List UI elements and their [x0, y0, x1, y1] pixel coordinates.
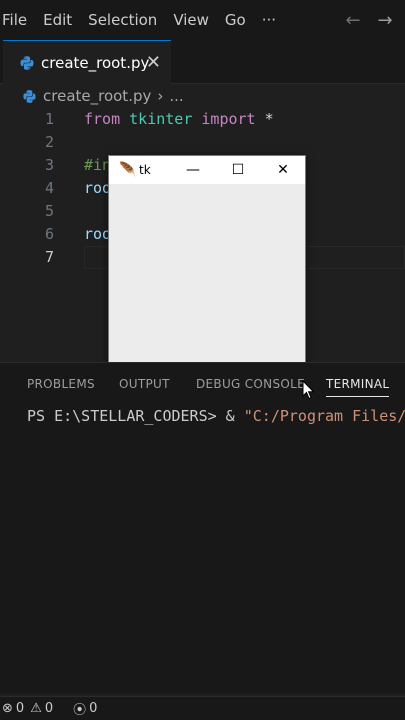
- breadcrumb-separator: ›: [157, 87, 164, 105]
- line-number: 2: [44, 133, 54, 151]
- maximize-button[interactable]: ☐: [216, 156, 260, 184]
- python-file-icon: [23, 89, 36, 103]
- menu-view[interactable]: View: [165, 11, 217, 29]
- line-number: 7: [44, 248, 54, 266]
- code-token: *: [255, 110, 274, 128]
- panel-tabs: PROBLEMS OUTPUT DEBUG CONSOLE TERMINAL: [0, 375, 405, 397]
- minimize-button[interactable]: —: [171, 156, 215, 184]
- code-token: tkinter: [129, 110, 193, 128]
- tk-window-title: tk: [139, 163, 151, 177]
- line-number: 3: [44, 156, 54, 174]
- tk-window-body[interactable]: [109, 184, 305, 381]
- close-button[interactable]: ✕: [261, 156, 305, 184]
- problems-status[interactable]: ⊗ 0 ⚠ 0: [2, 701, 53, 716]
- arrow-left-icon[interactable]: ←: [337, 10, 369, 31]
- error-count: 0: [15, 701, 25, 716]
- ports-status[interactable]: ⦿ 0: [73, 699, 97, 718]
- tab-terminal[interactable]: TERMINAL: [326, 377, 390, 397]
- line-number: 5: [44, 202, 54, 220]
- terminal-output[interactable]: PS E:\STELLAR_CODERS> & "C:/Program File…: [27, 407, 405, 425]
- tab-label: create_root.py: [41, 53, 150, 72]
- line-number: 1: [44, 110, 54, 128]
- code-token: import: [201, 110, 256, 128]
- tk-window[interactable]: 🪶 tk — ☐ ✕: [108, 155, 306, 382]
- tab-debug-console[interactable]: DEBUG CONSOLE: [196, 377, 305, 391]
- broadcast-icon: ⦿: [73, 703, 87, 718]
- line-number: 6: [44, 225, 54, 243]
- tab-output[interactable]: OUTPUT: [119, 377, 170, 391]
- menu-selection[interactable]: Selection: [80, 11, 165, 29]
- status-bar: ⊗ 0 ⚠ 0 ⦿ 0: [0, 696, 405, 720]
- terminal-prompt: PS E:\STELLAR_CODERS> &: [27, 407, 244, 425]
- menu-edit[interactable]: Edit: [35, 11, 80, 29]
- code-line[interactable]: 2: [0, 131, 405, 154]
- code-line[interactable]: 1 from tkinter import *: [0, 108, 405, 131]
- tab-problems[interactable]: PROBLEMS: [27, 377, 95, 391]
- navigation-controls: ← →: [337, 0, 405, 40]
- line-number: 4: [44, 179, 54, 197]
- tk-title-bar[interactable]: 🪶 tk — ☐ ✕: [109, 156, 305, 184]
- breadcrumb: create_root.py › ...: [22, 86, 184, 106]
- tab-create-root[interactable]: create_root.py ✕: [3, 40, 171, 84]
- code-token: from: [84, 110, 121, 128]
- python-file-icon: [20, 55, 34, 70]
- warning-count: 0: [44, 701, 54, 716]
- close-icon[interactable]: ✕: [146, 52, 161, 73]
- code-text: from tkinter import *: [84, 108, 274, 131]
- menu-more[interactable]: ···: [254, 11, 284, 29]
- feather-icon: 🪶: [119, 162, 137, 178]
- terminal-command: "C:/Program Files/P: [243, 407, 405, 425]
- menu-file[interactable]: File: [0, 11, 35, 29]
- breadcrumb-more[interactable]: ...: [169, 87, 183, 105]
- breadcrumb-file[interactable]: create_root.py: [43, 87, 151, 105]
- warning-icon: ⚠: [30, 701, 42, 716]
- bottom-panel: PROBLEMS OUTPUT DEBUG CONSOLE TERMINAL P…: [0, 362, 405, 694]
- arrow-right-icon[interactable]: →: [369, 10, 401, 31]
- ports-count: 0: [89, 701, 98, 716]
- menu-go[interactable]: Go: [217, 11, 254, 29]
- editor-tab-bar: create_root.py ✕: [0, 40, 405, 84]
- error-icon: ⊗: [2, 701, 13, 716]
- menu-bar: File Edit Selection View Go ··· ← →: [0, 0, 405, 40]
- mouse-pointer-icon: [302, 380, 315, 400]
